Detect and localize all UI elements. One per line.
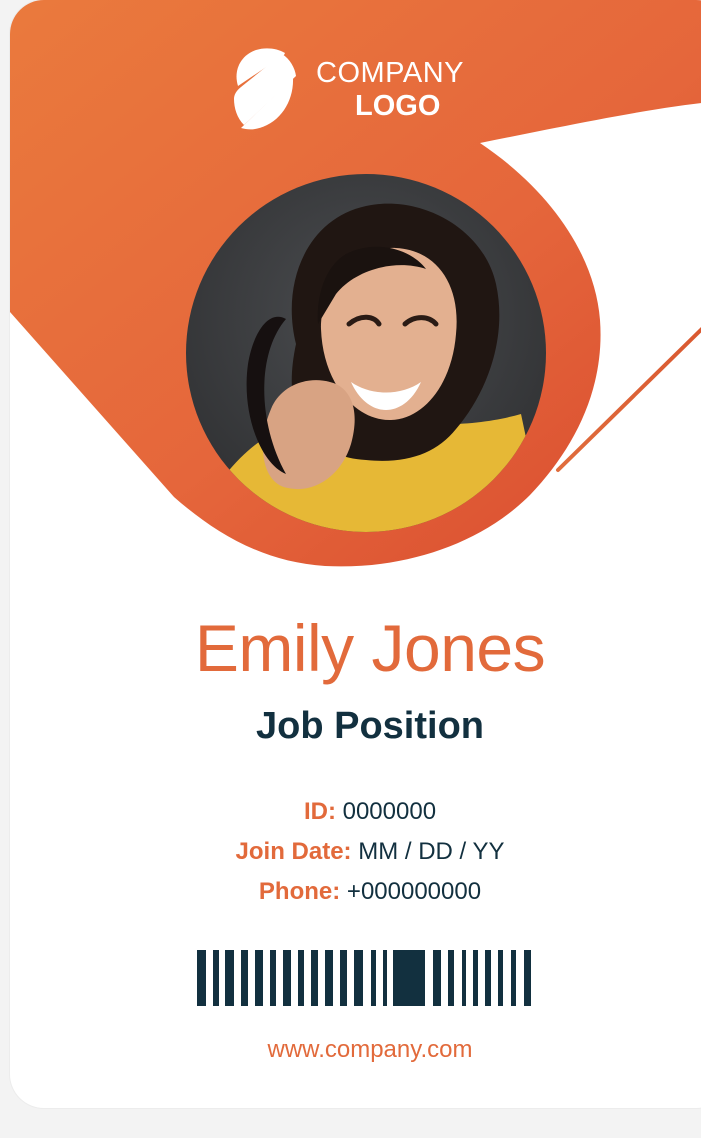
profile-photo [186,174,546,532]
company-logo: COMPANY LOGO [234,47,504,132]
id-label: ID: [303,798,336,825]
join-date-label: Join Date: [235,838,352,865]
phone-row: Phone: +000000000 [10,872,701,912]
id-value: 0000000 [342,798,437,825]
id-card: COMPANY LOGO Emily Jones Job Position ID… [10,0,701,1108]
phone-label: Phone: [258,878,341,905]
company-line1: COMPANY [316,57,464,89]
split-circle-logo-icon [234,48,296,130]
company-website[interactable]: www.company.com [10,1036,701,1064]
id-row: ID: 0000000 [10,792,701,832]
person-name: Emily Jones [194,611,546,685]
employee-details: ID: 0000000 Join Date: MM / DD / YY Phon… [10,792,701,912]
job-title: Job Position [256,705,484,747]
company-line2: LOGO [355,90,441,122]
profile-photo-illustration [186,174,546,532]
join-date-row: Join Date: MM / DD / YY [10,832,701,872]
join-date-value: MM / DD / YY [358,838,505,865]
barcode-icon [197,950,531,1006]
phone-value: +000000000 [346,878,482,905]
